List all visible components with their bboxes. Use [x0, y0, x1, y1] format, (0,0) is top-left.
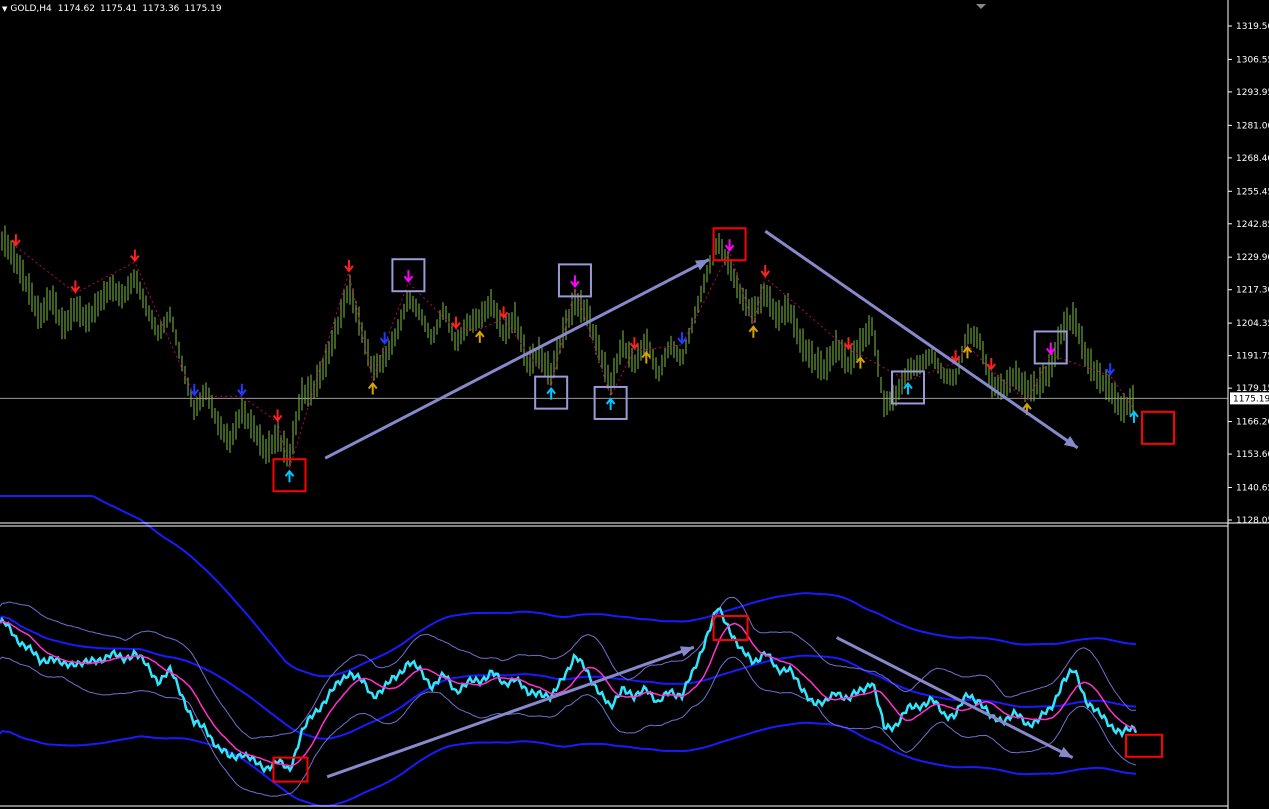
price-tick-label: 1217.30: [1236, 286, 1269, 296]
chart-canvas: 1319.50 1306.55 1293.95 1281.00 1268.40 1255.…: [0, 0, 1269, 809]
chart-header: ▼ GOLD,H4 1174.62 1175.41 1173.36 1175.19: [2, 4, 227, 14]
symbol-label: GOLD,H4: [10, 4, 52, 14]
price-tick-label: 1268.40: [1236, 154, 1269, 164]
price-tick-label: 1191.75: [1236, 352, 1269, 362]
price-tick-label: 1166.20: [1236, 418, 1269, 428]
price-tick-label: 1204.35: [1236, 319, 1269, 329]
price-tick-label: 1153.60: [1236, 450, 1269, 460]
price-tick-label: 1255.45: [1236, 187, 1269, 197]
price-tick-label: 1281.00: [1236, 121, 1269, 131]
price-tick-label: 1128.05: [1236, 516, 1269, 526]
high-value: 1175.41: [99, 4, 138, 14]
price-tick-label: 1306.55: [1236, 55, 1269, 65]
price-tick-label: 1140.65: [1236, 483, 1269, 493]
current-price-label: 1175.19: [1233, 394, 1269, 404]
low-value: 1173.36: [142, 4, 180, 14]
price-tick-label: 1242.85: [1236, 220, 1269, 230]
dropdown-triangle-icon[interactable]: ▼: [2, 5, 7, 13]
price-tick-label: 1229.90: [1236, 253, 1269, 263]
price-tick-label: 1319.50: [1236, 22, 1269, 32]
price-tick-label: 1293.95: [1236, 88, 1269, 98]
open-value: 1174.62: [57, 4, 95, 14]
close-value: 1175.19: [184, 4, 222, 14]
